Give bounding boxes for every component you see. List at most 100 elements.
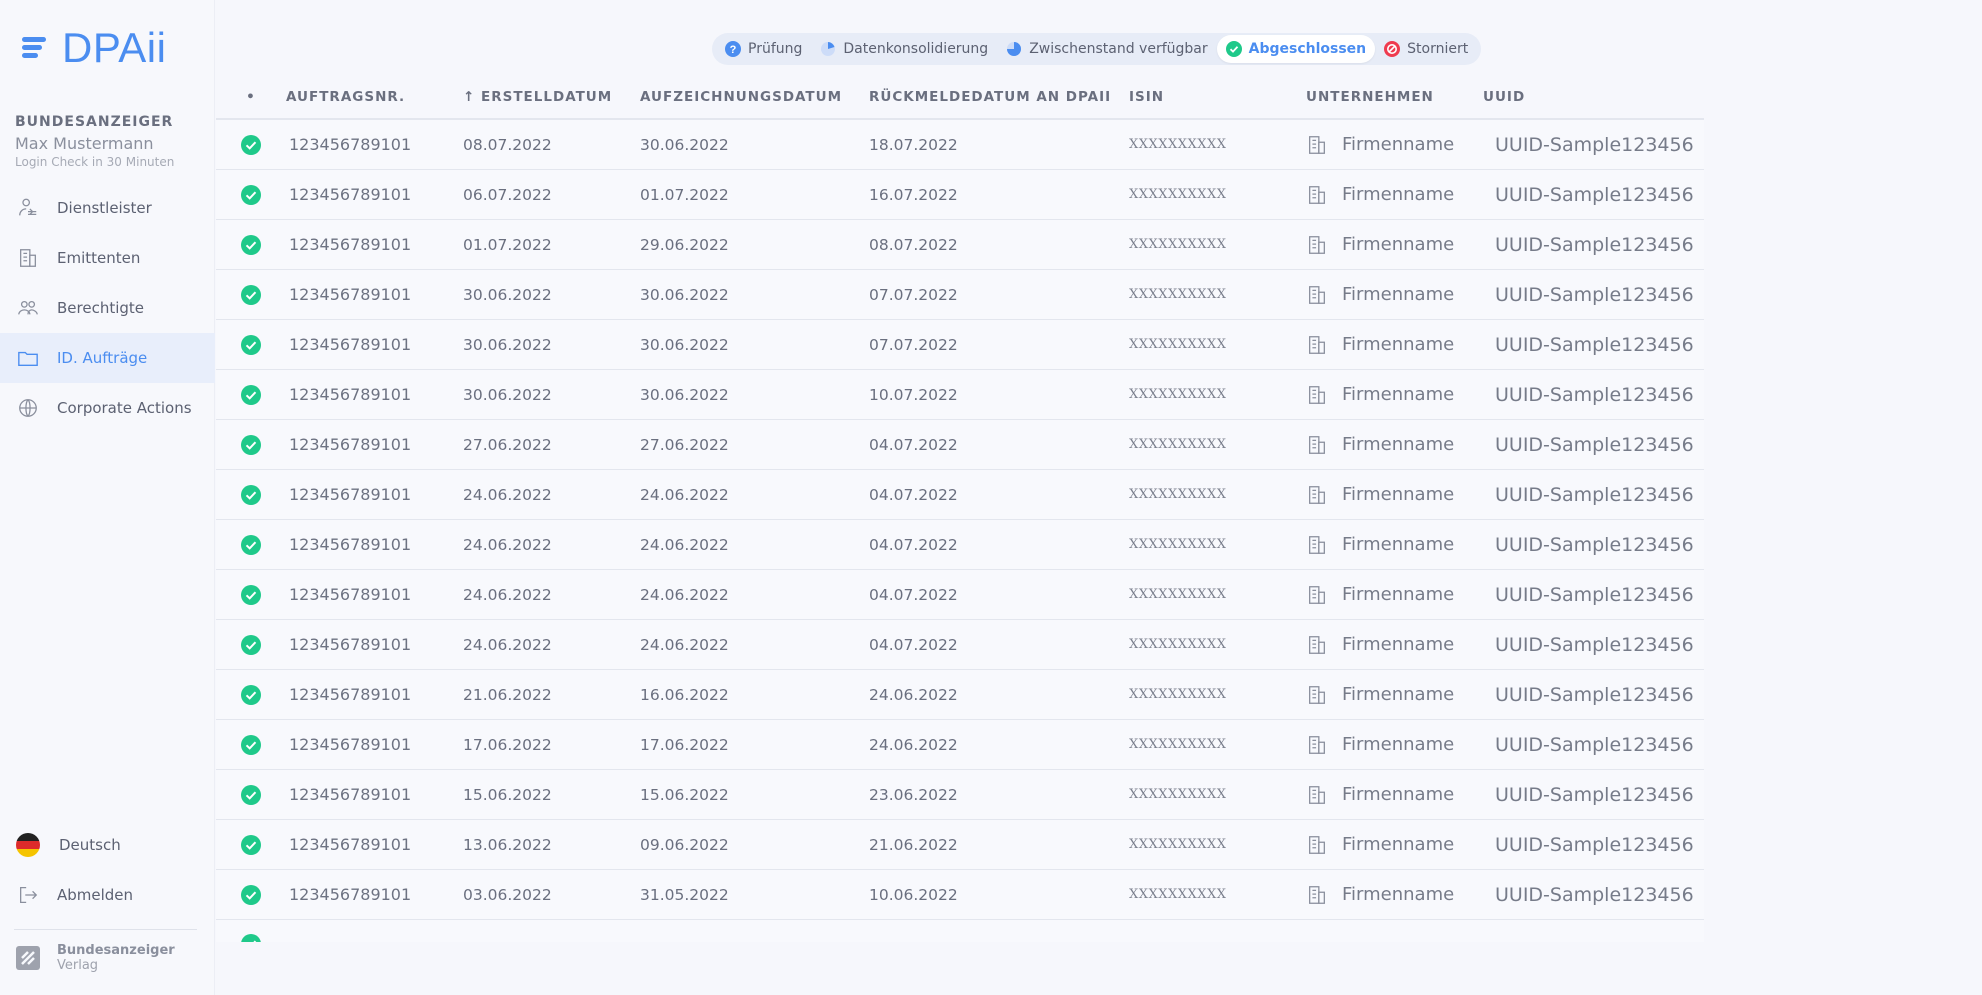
app-logo[interactable]: DPAii bbox=[20, 24, 166, 72]
column-header-uuid[interactable]: UUID bbox=[1483, 89, 1704, 105]
sidebar-item-id-auftraege[interactable]: ID. Aufträge bbox=[0, 333, 215, 383]
filter-datenkonsolidierung[interactable]: Datenkonsolidierung bbox=[811, 35, 997, 63]
table-row[interactable]: 123456789101 01.07.2022 29.06.2022 08.07.20… bbox=[216, 220, 1704, 270]
reply-cell: 23.06.2022 bbox=[869, 785, 958, 804]
table-row[interactable]: 123456789101 03.06.2022 31.05.2022 10.06.20… bbox=[216, 870, 1704, 920]
login-hint: Login Check in 30 Minuten bbox=[15, 155, 175, 169]
order-no-cell: 123456789101 bbox=[289, 335, 412, 354]
table-row[interactable]: 123456789101 30.06.2022 30.06.2022 10.07.20… bbox=[216, 370, 1704, 420]
column-header-reply[interactable]: RÜCKMELDEDATUM AN DPAII bbox=[869, 89, 1129, 105]
status-cell bbox=[216, 534, 286, 555]
isin-cell: XXXXXXXXXX bbox=[1129, 487, 1227, 502]
reply-cell: 07.07.2022 bbox=[869, 335, 958, 354]
company-name: Firmenname bbox=[1342, 534, 1455, 555]
table-row[interactable]: 123456789101 24.06.2022 24.06.2022 04.07.20… bbox=[216, 470, 1704, 520]
building-icon bbox=[1309, 835, 1325, 854]
status-complete-icon bbox=[241, 184, 261, 205]
company-name: Firmenname bbox=[1342, 584, 1455, 605]
column-header-created[interactable]: ↑ ERSTELLDATUM bbox=[463, 89, 640, 105]
filter-storniert[interactable]: Storniert bbox=[1375, 35, 1477, 63]
order-no-cell: 123456789101 bbox=[289, 485, 412, 504]
sidebar-item-label: Berechtigte bbox=[57, 299, 145, 317]
created-cell: 13.06.2022 bbox=[463, 835, 552, 854]
logout-label: Abmelden bbox=[57, 886, 134, 904]
status-complete-icon bbox=[241, 334, 261, 355]
status-complete-icon bbox=[241, 934, 261, 942]
recorded-cell: 17.06.2022 bbox=[640, 735, 729, 754]
reply-cell: 08.07.2022 bbox=[869, 235, 958, 254]
uuid-cell: UUID-Sample123456 bbox=[1495, 483, 1694, 506]
table-row[interactable]: 123456789101 17.06.2022 17.06.2022 24.06.20… bbox=[216, 720, 1704, 770]
table-row[interactable]: 123456789101 24.06.2022 24.06.2022 04.07.20… bbox=[216, 520, 1704, 570]
filter-zwischenstand[interactable]: Zwischenstand verfügbar bbox=[997, 35, 1216, 63]
uuid-cell: UUID-Sample123456 bbox=[1495, 733, 1694, 756]
created-cell: 24.06.2022 bbox=[463, 485, 552, 504]
building-icon bbox=[1309, 785, 1325, 804]
isin-cell: XXXXXXXXXX bbox=[1129, 387, 1227, 402]
status-complete-icon bbox=[241, 384, 261, 405]
table-row[interactable]: 123456789101 24.06.2022 24.06.2022 04.07.20… bbox=[216, 620, 1704, 670]
status-complete-icon bbox=[241, 284, 261, 305]
filter-pruefung[interactable]: ? Prüfung bbox=[716, 35, 811, 63]
column-header-order-no[interactable]: AUFTRAGSNR. bbox=[286, 89, 463, 105]
recorded-cell: 01.07.2022 bbox=[640, 185, 729, 204]
reply-cell: 24.06.2022 bbox=[869, 685, 958, 704]
recorded-cell: 24.06.2022 bbox=[640, 635, 729, 654]
uuid-cell: UUID-Sample123456 bbox=[1495, 433, 1694, 456]
table-row[interactable]: 123456789101 24.06.2022 24.06.2022 04.07.20… bbox=[216, 570, 1704, 620]
recorded-cell: 15.06.2022 bbox=[640, 785, 729, 804]
table-row[interactable]: 123456789101 27.06.2022 27.06.2022 04.07.20… bbox=[216, 420, 1704, 470]
isin-cell: XXXXXXXXXX bbox=[1129, 237, 1227, 252]
company-name: Firmenname bbox=[1342, 334, 1455, 355]
reply-cell: 04.07.2022 bbox=[869, 535, 958, 554]
building-icon bbox=[1309, 435, 1325, 454]
table-row[interactable]: 123456789101 30.06.2022 30.06.2022 07.07.20… bbox=[216, 270, 1704, 320]
sidebar-item-berechtigte[interactable]: Berechtigte bbox=[0, 283, 215, 333]
table-row[interactable]: 123456789101 15.06.2022 15.06.2022 23.06.20… bbox=[216, 770, 1704, 820]
status-complete-icon bbox=[241, 834, 261, 855]
created-cell: 15.06.2022 bbox=[463, 785, 552, 804]
isin-cell: XXXXXXXXXX bbox=[1129, 637, 1227, 652]
sidebar: DPAii BUNDESANZEIGER Max Mustermann Logi… bbox=[0, 0, 215, 995]
company-name: Firmenname bbox=[1342, 234, 1455, 255]
status-complete-icon bbox=[241, 134, 261, 155]
table-row[interactable]: 123456789101 06.07.2022 01.07.2022 16.07.20… bbox=[216, 170, 1704, 220]
building-icon bbox=[1309, 635, 1325, 654]
sidebar-item-emittenten[interactable]: Emittenten bbox=[0, 233, 215, 283]
table-row[interactable]: 123456789101 08.07.2022 30.06.2022 18.07.20… bbox=[216, 120, 1704, 170]
status-complete-icon bbox=[241, 234, 261, 255]
order-no-cell: 123456789101 bbox=[289, 785, 412, 804]
table-row[interactable]: 123456789101 21.06.2022 16.06.2022 24.06.20… bbox=[216, 670, 1704, 720]
status-complete-icon bbox=[241, 634, 261, 655]
status-cell bbox=[216, 834, 286, 855]
logout-button[interactable]: Abmelden bbox=[0, 870, 215, 920]
column-header-isin[interactable]: ISIN bbox=[1129, 89, 1306, 105]
reply-cell: 16.07.2022 bbox=[869, 185, 958, 204]
filter-label: Zwischenstand verfügbar bbox=[1029, 41, 1208, 57]
created-cell: 03.06.2022 bbox=[463, 885, 552, 904]
reply-cell: 04.07.2022 bbox=[869, 635, 958, 654]
table-row[interactable]: 123456789101 30.06.2022 30.06.2022 07.07.20… bbox=[216, 320, 1704, 370]
language-selector[interactable]: Deutsch bbox=[0, 820, 215, 870]
sidebar-item-dienstleister[interactable]: Dienstleister bbox=[0, 183, 215, 233]
filter-label: Datenkonsolidierung bbox=[843, 41, 989, 57]
filter-abgeschlossen[interactable]: Abgeschlossen bbox=[1216, 35, 1376, 63]
building-icon bbox=[1309, 185, 1325, 204]
globe-gear-icon bbox=[16, 396, 40, 420]
user-name: Max Mustermann bbox=[15, 134, 154, 153]
column-header-status[interactable]: • bbox=[216, 89, 286, 105]
filter-label: Storniert bbox=[1407, 41, 1469, 57]
recorded-cell: 30.06.2022 bbox=[640, 285, 729, 304]
uuid-cell: UUID-Sample123456 bbox=[1495, 583, 1694, 606]
status-complete-icon bbox=[241, 584, 261, 605]
sidebar-item-corporate-actions[interactable]: Corporate Actions bbox=[0, 383, 215, 433]
status-complete-icon bbox=[241, 884, 261, 905]
company-name: Firmenname bbox=[1342, 634, 1455, 655]
column-header-company[interactable]: UNTERNEHMEN bbox=[1306, 89, 1483, 105]
column-header-recorded[interactable]: AUFZEICHNUNGSDATUM bbox=[640, 89, 869, 105]
table-row[interactable]: 123456789101 13.06.2022 09.06.2022 21.06.20… bbox=[216, 820, 1704, 870]
status-complete-icon bbox=[241, 734, 261, 755]
order-no-cell: 123456789101 bbox=[289, 535, 412, 554]
uuid-cell: UUID-Sample123456 bbox=[1495, 833, 1694, 856]
status-complete-icon bbox=[241, 484, 261, 505]
